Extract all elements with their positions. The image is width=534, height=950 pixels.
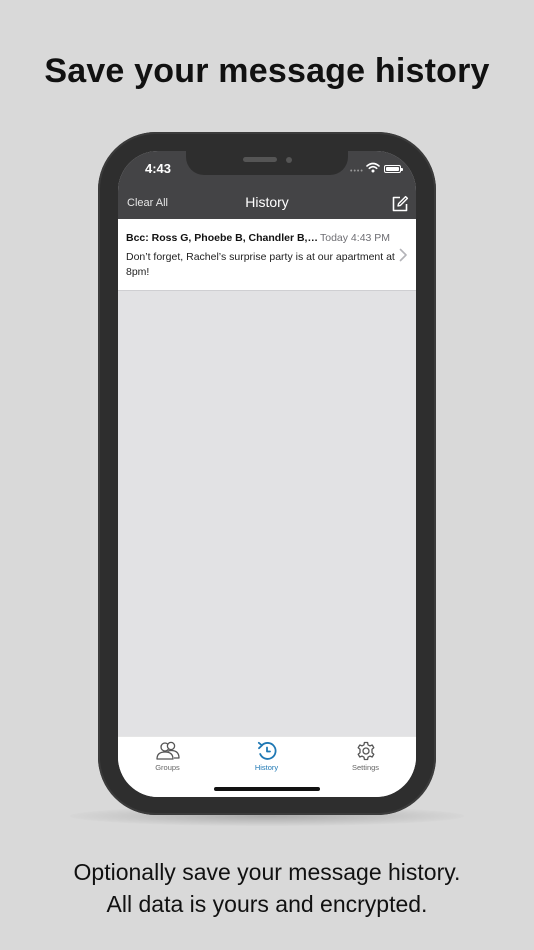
history-recipients: Bcc: Ross G, Phoebe B, Chandler B, J... (126, 232, 320, 244)
tab-bar: Groups History Settings (118, 736, 416, 797)
history-row[interactable]: Bcc: Ross G, Phoebe B, Chandler B, J... … (118, 219, 416, 291)
tab-groups[interactable]: Groups (118, 739, 217, 781)
headline: Save your message history (44, 52, 490, 90)
tab-label-settings: Settings (351, 763, 380, 772)
tab-history[interactable]: History (217, 739, 316, 781)
camera (286, 157, 292, 163)
phone-screen: 4:43 •••• Clear All History Bcc: Ross G,… (118, 151, 416, 797)
caption: Optionally save your message history. Al… (0, 856, 534, 920)
speaker (243, 157, 277, 162)
nav-bar: Clear All History (118, 189, 416, 219)
phone-frame: 4:43 •••• Clear All History Bcc: Ross G,… (98, 132, 436, 815)
caption-line-2: All data is yours and encrypted. (106, 891, 428, 917)
history-date: Today 4:43 PM (320, 232, 391, 244)
groups-icon (155, 741, 180, 760)
compose-icon[interactable] (391, 195, 409, 213)
signal-icon: •••• (350, 168, 364, 175)
notch (186, 151, 348, 175)
home-indicator (214, 787, 320, 791)
tab-settings[interactable]: Settings (316, 739, 415, 781)
tab-label-history: History (254, 763, 279, 772)
tab-label-groups: Groups (155, 763, 180, 772)
history-icon (257, 741, 276, 760)
page-title: History (245, 194, 289, 210)
battery-icon (384, 165, 403, 173)
chevron-right-icon (399, 248, 407, 262)
caption-line-1: Optionally save your message history. (73, 859, 461, 885)
status-bar: 4:43 •••• (118, 151, 416, 189)
gear-icon (357, 741, 374, 761)
status-time: 4:43 (145, 161, 172, 176)
history-message: Don’t forget, Rachel’s surprise party is… (126, 251, 395, 278)
wifi-icon (366, 162, 380, 173)
